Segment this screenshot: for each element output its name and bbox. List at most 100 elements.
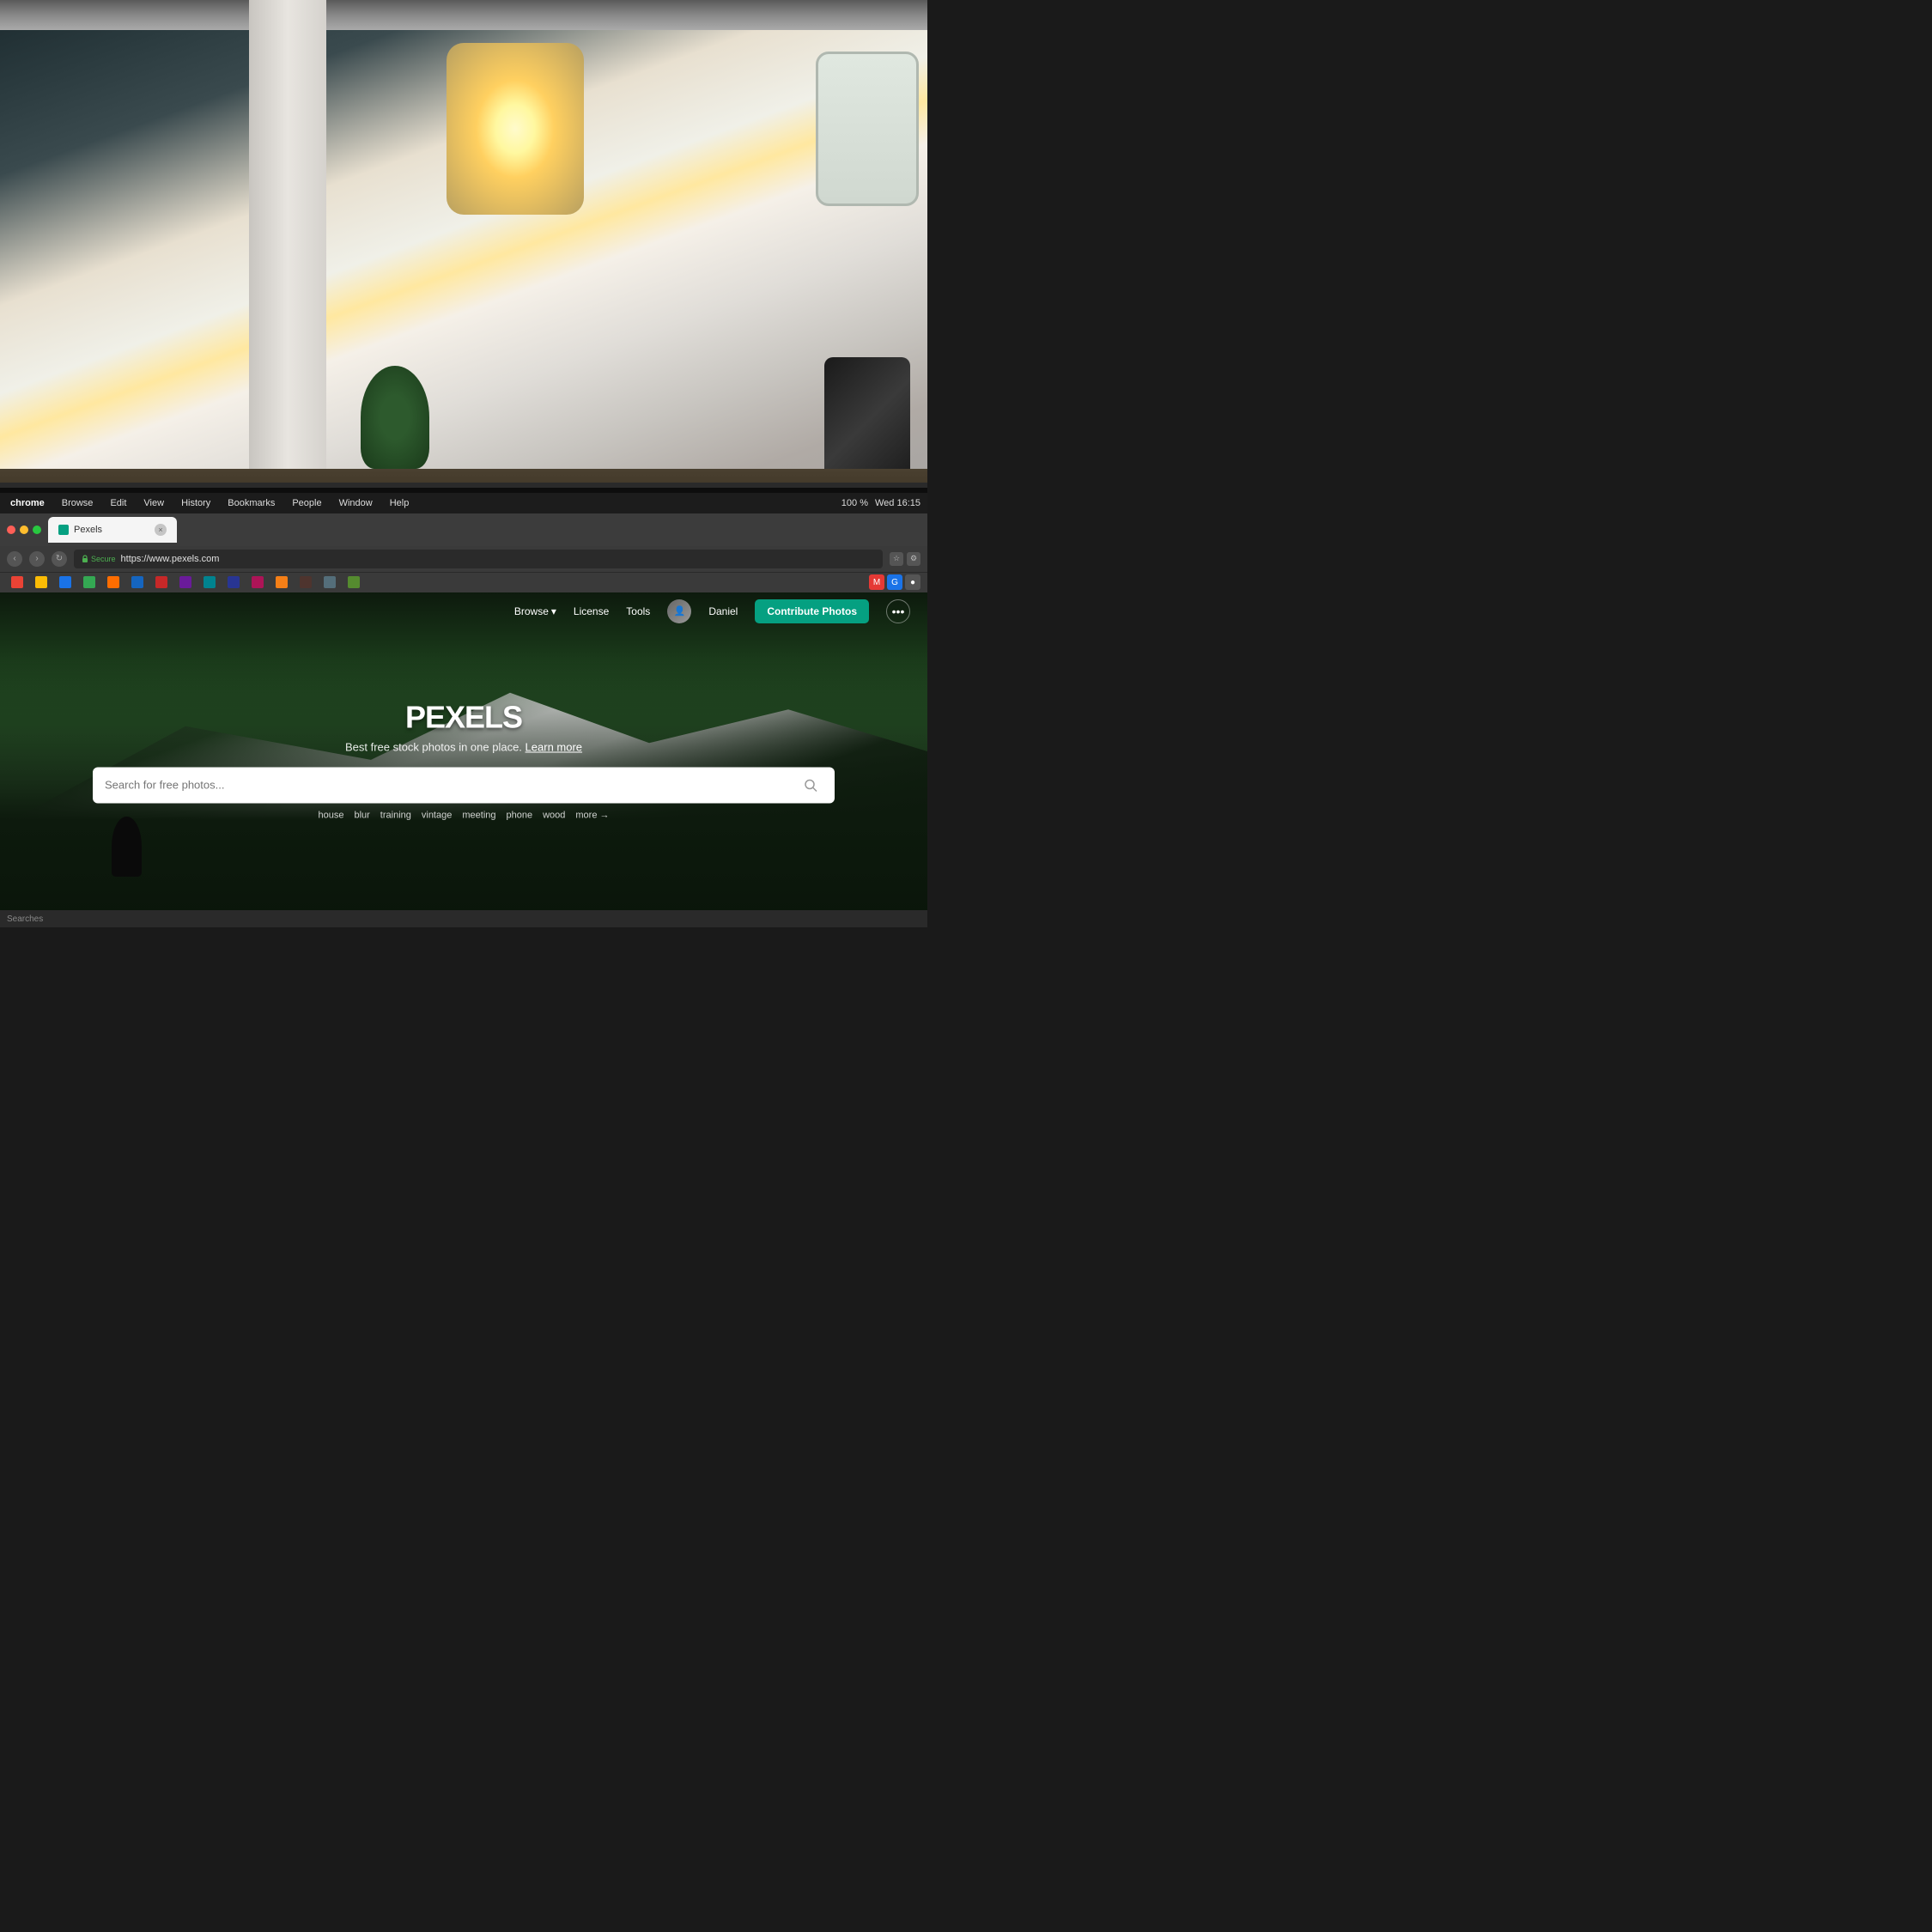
license-nav-link[interactable]: License [574, 605, 609, 617]
tabs-area: Pexels × [48, 513, 920, 546]
user-avatar[interactable]: 👤 [667, 599, 691, 623]
tab-favicon [58, 525, 69, 535]
chair [824, 357, 910, 486]
history-menu[interactable]: History [178, 498, 214, 508]
tab-title: Pexels [74, 525, 102, 535]
screen-content: chrome Browse Edit View History Bookmark… [0, 493, 927, 927]
bookmark-10[interactable] [247, 574, 268, 590]
tools-nav-link[interactable]: Tools [626, 605, 650, 617]
help-menu[interactable]: Help [386, 498, 413, 508]
bookmark-star-icon[interactable]: ☆ [890, 552, 903, 566]
search-input[interactable] [105, 779, 790, 792]
search-tag-more[interactable]: more → [575, 810, 609, 820]
url-bar[interactable]: Secure https://www.pexels.com [74, 550, 883, 568]
hero-subtitle: Best free stock photos in one place. Lea… [93, 740, 835, 753]
bookmark7-favicon [179, 576, 191, 588]
people-menu[interactable]: People [289, 498, 325, 508]
bookmark4-favicon [107, 576, 119, 588]
subtitle-text: Best free stock photos in one place. [345, 740, 522, 753]
contribute-photos-button[interactable]: Contribute Photos [755, 599, 869, 623]
maximize-window-button[interactable] [33, 526, 41, 534]
bookmark-6[interactable] [151, 574, 172, 590]
pexels-hero: Browse ▾ License Tools 👤 Daniel Contribu… [0, 592, 927, 927]
search-tags: house blur training vintage meeting phon… [93, 810, 835, 820]
macos-menubar: chrome Browse Edit View History Bookmark… [0, 493, 927, 513]
bookmark-14[interactable] [343, 574, 364, 590]
bg-overlay [0, 0, 927, 538]
bookmark-12[interactable] [295, 574, 316, 590]
forward-button[interactable]: › [29, 551, 45, 567]
window-menu[interactable]: Window [336, 498, 376, 508]
search-icon [804, 778, 817, 792]
active-tab[interactable]: Pexels × [48, 517, 177, 543]
url-right-icons: ☆ ⚙ [890, 552, 920, 566]
bookmark-3[interactable] [79, 574, 100, 590]
ext-icon-red[interactable]: M [869, 574, 884, 590]
search-tag-phone[interactable]: phone [507, 810, 533, 820]
bookmark-5[interactable] [127, 574, 148, 590]
bookmark-drive[interactable] [31, 574, 52, 590]
status-text: Searches [7, 914, 43, 924]
search-tag-meeting[interactable]: meeting [462, 810, 495, 820]
bookmark-4[interactable] [103, 574, 124, 590]
bookmark-9[interactable] [223, 574, 244, 590]
hero-title: PEXELS [93, 699, 835, 735]
menubar-right: 100 % Wed 16:15 [841, 498, 920, 508]
file-menu[interactable]: Browse [58, 498, 97, 508]
url-bar-row: ‹ › ↻ Secure https://www.pexels.com ☆ [0, 546, 927, 572]
pexels-navbar: Browse ▾ License Tools 👤 Daniel Contribu… [0, 592, 927, 630]
search-tag-vintage[interactable]: vintage [422, 810, 452, 820]
monitor-bezel: chrome Browse Edit View History Bookmark… [0, 483, 927, 927]
minimize-window-button[interactable] [20, 526, 28, 534]
view-menu[interactable]: View [140, 498, 167, 508]
search-tag-wood[interactable]: wood [543, 810, 565, 820]
bookmark-7[interactable] [175, 574, 196, 590]
search-tag-training[interactable]: training [380, 810, 411, 820]
bookmark6-favicon [155, 576, 167, 588]
calendar-favicon [59, 576, 71, 588]
bookmark5-favicon [131, 576, 143, 588]
clock: Wed 16:15 [875, 498, 920, 508]
search-bar[interactable] [93, 767, 835, 803]
search-submit-button[interactable] [799, 773, 823, 797]
app-name-menu[interactable]: chrome [7, 498, 48, 508]
user-name-label: Daniel [708, 605, 738, 617]
extension-icons: M G ● [869, 574, 920, 590]
window-bright [447, 43, 584, 215]
secure-text: Secure [91, 555, 116, 563]
bookmark12-favicon [300, 576, 312, 588]
battery-percent: 100 % [841, 498, 868, 508]
bookmark8-favicon [204, 576, 216, 588]
traffic-lights [7, 526, 41, 534]
bookmark-gmail[interactable] [7, 574, 27, 590]
bookmark-calendar[interactable] [55, 574, 76, 590]
bookmark-13[interactable] [319, 574, 340, 590]
url-display: https://www.pexels.com [121, 554, 220, 564]
back-button[interactable]: ‹ [7, 551, 22, 567]
learn-more-link[interactable]: Learn more [526, 740, 582, 753]
gmail-favicon [11, 576, 23, 588]
pillar [249, 0, 326, 538]
extensions-icon[interactable]: ⚙ [907, 552, 920, 566]
bookmark-11[interactable] [271, 574, 292, 590]
hero-content: PEXELS Best free stock photos in one pla… [93, 699, 835, 820]
browse-label: Browse [514, 605, 549, 617]
search-tag-house[interactable]: house [318, 810, 343, 820]
drive-favicon [35, 576, 47, 588]
bookmark-8[interactable] [199, 574, 220, 590]
search-tag-blur[interactable]: blur [354, 810, 369, 820]
tab-close-button[interactable]: × [155, 524, 167, 536]
person-silhouette [112, 817, 142, 877]
refresh-button[interactable]: ↻ [52, 551, 67, 567]
browser-tabbar: Pexels × [0, 513, 927, 546]
lock-icon [81, 555, 89, 563]
bookmarks-menu[interactable]: Bookmarks [224, 498, 278, 508]
edit-menu[interactable]: Edit [106, 498, 130, 508]
bookmark3-favicon [83, 576, 95, 588]
ext-icon-gray[interactable]: ● [905, 574, 920, 590]
browse-nav-link[interactable]: Browse ▾ [514, 605, 556, 617]
close-window-button[interactable] [7, 526, 15, 534]
bookmark10-favicon [252, 576, 264, 588]
more-options-button[interactable]: ••• [886, 599, 910, 623]
ext-icon-blue[interactable]: G [887, 574, 902, 590]
